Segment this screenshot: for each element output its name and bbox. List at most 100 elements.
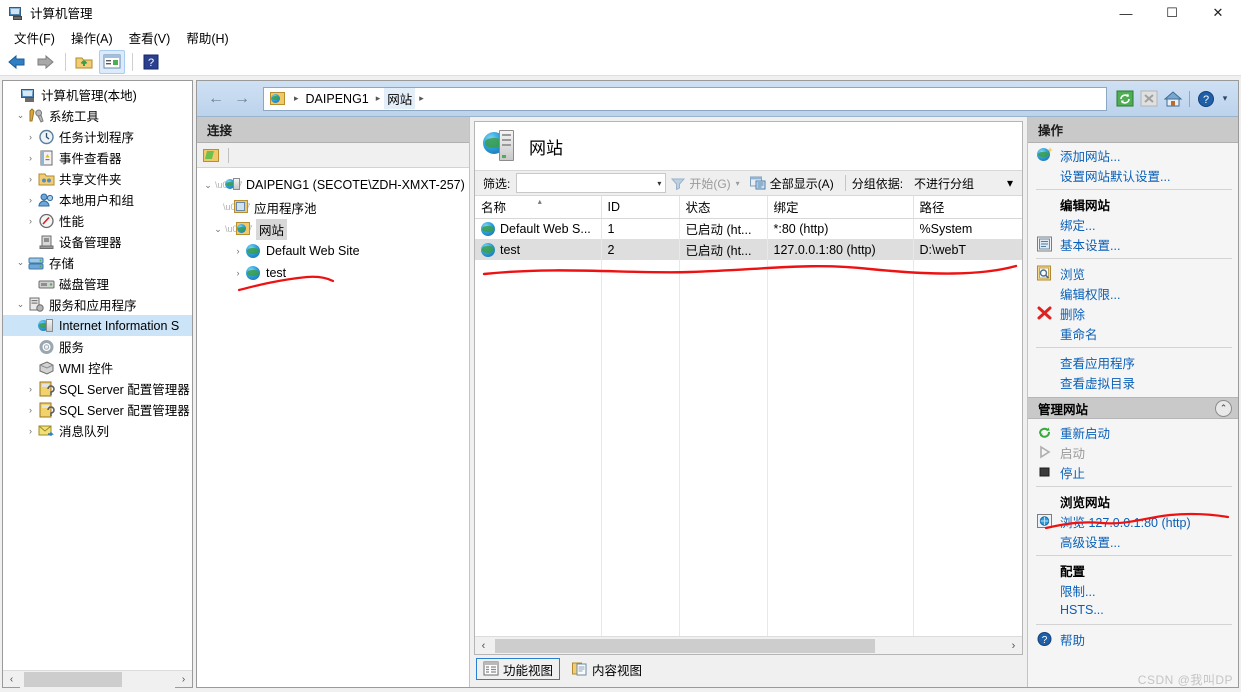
- menu-help[interactable]: 帮助(H): [178, 26, 236, 49]
- refresh-icon[interactable]: [1113, 87, 1137, 111]
- home-icon[interactable]: [1161, 87, 1185, 111]
- breadcrumb[interactable]: ▸ DAIPENG1 ▸ 网站 ▸: [263, 86, 1107, 111]
- action-delete[interactable]: 删除: [1028, 303, 1238, 323]
- show-all-button[interactable]: 全部显示(A): [745, 172, 839, 194]
- action-bindings[interactable]: 绑定...: [1028, 214, 1238, 234]
- actions-section-manage-website[interactable]: 管理网站 ⌃: [1028, 397, 1238, 419]
- forward-icon[interactable]: [32, 50, 58, 74]
- nav-back-icon[interactable]: ←: [203, 87, 229, 111]
- show-hide-console-tree-icon[interactable]: [99, 49, 125, 74]
- scroll-right-icon[interactable]: ›: [175, 674, 192, 685]
- tree-item-sql-server-config-1[interactable]: › SQL Server 配置管理器: [3, 378, 192, 399]
- table-row[interactable]: Default Web S... 1 已启动 (ht... *:80 (http…: [475, 218, 1022, 239]
- back-icon[interactable]: [4, 50, 30, 74]
- help-icon[interactable]: ?: [138, 50, 164, 74]
- tree-item-internet-information-services[interactable]: Internet Information S: [3, 315, 192, 336]
- tree-item-wmi-control[interactable]: WMI 控件: [3, 357, 192, 378]
- nav-forward-icon[interactable]: →: [229, 87, 255, 111]
- action-basic-settings[interactable]: 基本设置...: [1028, 234, 1238, 254]
- breadcrumb-item-sites[interactable]: 网站: [384, 88, 416, 109]
- action-advanced-settings[interactable]: 高级设置...: [1028, 531, 1238, 551]
- column-header-id[interactable]: ID: [601, 196, 680, 219]
- scroll-right-icon[interactable]: ›: [1005, 640, 1022, 652]
- connection-node-app-pools[interactable]: \u00b7 应用程序池: [197, 196, 469, 218]
- connection-node-server[interactable]: ⌄ \u00b7 DAIPENG1 (SECOTE\ZDH-XMXT-257): [197, 174, 469, 196]
- tree-item-computer-management[interactable]: 计算机管理(本地): [3, 84, 192, 105]
- column-header-binding[interactable]: 绑定: [767, 196, 914, 219]
- tree-item-device-manager[interactable]: 设备管理器: [3, 231, 192, 252]
- action-view-virtual-directories[interactable]: 查看虚拟目录: [1028, 372, 1238, 392]
- action-rename[interactable]: 重命名: [1028, 323, 1238, 343]
- scroll-left-icon[interactable]: ‹: [3, 674, 20, 685]
- grid-hscrollbar[interactable]: ‹ ›: [475, 636, 1022, 654]
- action-set-website-defaults[interactable]: 设置网站默认设置...: [1028, 165, 1238, 185]
- action-help[interactable]: ? 帮助: [1028, 629, 1238, 649]
- menu-action[interactable]: 操作(A): [63, 26, 121, 49]
- action-start[interactable]: 启动: [1028, 442, 1238, 462]
- tree-twisty[interactable]: ›: [23, 153, 38, 163]
- tree-item-storage[interactable]: ⌄ 存储: [3, 252, 192, 273]
- tree-twisty[interactable]: ›: [231, 268, 245, 278]
- column-header-name[interactable]: 名称 ▴: [475, 196, 602, 219]
- action-browse-binding[interactable]: 浏览 127.0.0.1:80 (http): [1028, 511, 1238, 531]
- connection-node-default-web-site[interactable]: › Default Web Site: [197, 240, 469, 262]
- filter-go-button[interactable]: 开始(G) ▾: [666, 172, 744, 194]
- connection-node-test[interactable]: › test: [197, 262, 469, 284]
- table-row[interactable]: test 2 已启动 (ht... 127.0.0.1:80 (http) D:…: [475, 239, 1022, 260]
- action-restart[interactable]: 重新启动: [1028, 422, 1238, 442]
- console-tree-hscrollbar[interactable]: ‹ ›: [3, 670, 192, 688]
- tree-twisty[interactable]: ›: [23, 174, 38, 184]
- scroll-thumb[interactable]: [495, 638, 875, 653]
- tree-item-performance[interactable]: › 性能: [3, 210, 192, 231]
- chevron-down-icon[interactable]: ▾: [1218, 87, 1232, 111]
- chevron-up-icon[interactable]: ⌃: [1215, 399, 1232, 417]
- scroll-thumb[interactable]: [24, 671, 122, 687]
- menu-view[interactable]: 查看(V): [121, 26, 179, 49]
- breadcrumb-item-server[interactable]: DAIPENG1: [303, 91, 372, 107]
- tree-twisty[interactable]: ⌄: [13, 257, 28, 268]
- scroll-left-icon[interactable]: ‹: [475, 640, 492, 652]
- tab-features-view[interactable]: 功能视图: [476, 658, 561, 680]
- tree-twisty[interactable]: ›: [23, 195, 38, 205]
- groupby-select[interactable]: 不进行分组 ▾: [909, 173, 1018, 193]
- connection-node-sites[interactable]: ⌄ \u00b7 网站: [197, 218, 469, 240]
- tree-item-services[interactable]: 服务: [3, 336, 192, 357]
- tab-content-view[interactable]: 内容视图: [566, 658, 648, 680]
- chevron-down-icon[interactable]: ▾: [1007, 176, 1013, 190]
- tree-item-sql-server-config-2[interactable]: › SQL Server 配置管理器: [3, 399, 192, 420]
- tree-twisty[interactable]: ⌄: [13, 299, 28, 310]
- tree-twisty[interactable]: ⌄: [211, 224, 225, 235]
- tree-twisty[interactable]: ›: [23, 132, 38, 142]
- tree-item-local-users-groups[interactable]: › 本地用户和组: [3, 189, 192, 210]
- filter-input[interactable]: ▾: [516, 173, 667, 193]
- tree-item-message-queue[interactable]: › 消息队列: [3, 420, 192, 441]
- scroll-track[interactable]: [492, 636, 1005, 654]
- up-folder-icon[interactable]: [71, 50, 97, 74]
- action-stop[interactable]: 停止: [1028, 462, 1238, 482]
- tree-twisty[interactable]: ›: [23, 426, 38, 436]
- action-browse[interactable]: 浏览: [1028, 263, 1238, 283]
- help-icon[interactable]: ?: [1194, 87, 1218, 111]
- tree-twisty[interactable]: ›: [231, 246, 245, 256]
- minimize-button[interactable]: —: [1103, 0, 1149, 26]
- scroll-track[interactable]: [20, 670, 175, 688]
- chevron-down-icon[interactable]: ▾: [657, 179, 661, 188]
- close-button[interactable]: ✕: [1195, 0, 1241, 26]
- action-view-applications[interactable]: 查看应用程序: [1028, 352, 1238, 372]
- maximize-button[interactable]: ☐: [1149, 0, 1195, 26]
- chevron-down-icon[interactable]: ▾: [736, 179, 740, 188]
- tree-item-event-viewer[interactable]: › 事件查看器: [3, 147, 192, 168]
- action-edit-permissions[interactable]: 编辑权限...: [1028, 283, 1238, 303]
- tree-twisty[interactable]: ⌄: [13, 110, 28, 121]
- column-header-state[interactable]: 状态: [679, 196, 768, 219]
- tree-twisty[interactable]: ›: [23, 405, 38, 415]
- stop-icon[interactable]: [1137, 87, 1161, 111]
- tree-item-services-and-applications[interactable]: ⌄ 服务和应用程序: [3, 294, 192, 315]
- menu-file[interactable]: 文件(F): [6, 26, 63, 49]
- tree-item-task-scheduler[interactable]: › 任务计划程序: [3, 126, 192, 147]
- action-hsts[interactable]: HSTS...: [1028, 600, 1238, 620]
- tree-item-shared-folders[interactable]: › 共享文件夹: [3, 168, 192, 189]
- tree-twisty[interactable]: ›: [23, 384, 38, 394]
- tree-twisty[interactable]: ›: [23, 216, 38, 226]
- tree-twisty[interactable]: ⌄: [201, 180, 215, 191]
